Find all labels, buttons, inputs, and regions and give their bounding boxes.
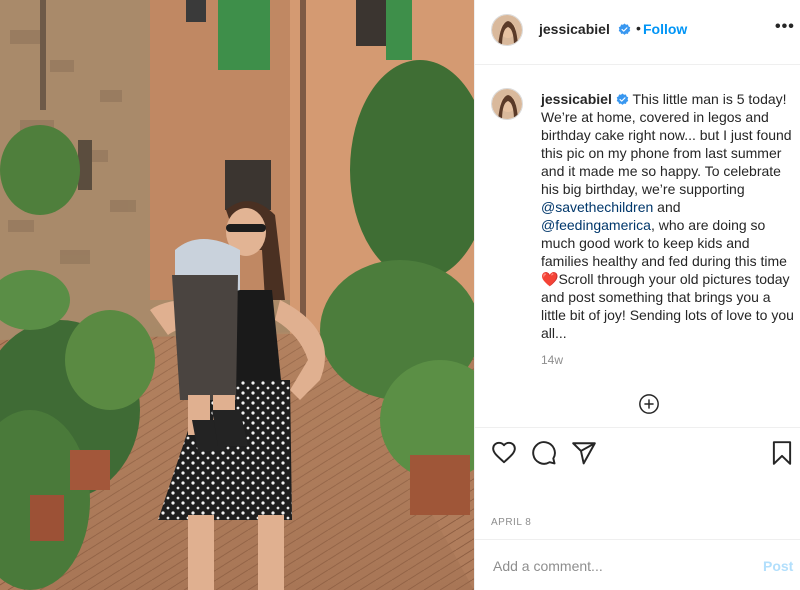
mention-feedingamerica[interactable]: @feedingamerica (541, 217, 651, 233)
post-caption: jessicabiel This little man is 5 today! … (541, 90, 795, 342)
post-header: jessicabiel • Follow ••• (475, 0, 800, 65)
post-details-panel: jessicabiel • Follow ••• jessicabiel Thi… (474, 0, 800, 590)
separator-dot: • (636, 20, 641, 36)
heart-emoji: ❤️ (541, 271, 559, 287)
verified-badge-icon (618, 23, 631, 35)
post-photo[interactable] (0, 0, 474, 590)
caption-text: Scroll through your old pictures today a… (541, 271, 794, 341)
comments-area: jessicabiel This little man is 5 today! … (475, 65, 800, 427)
instagram-post: jessicabiel • Follow ••• jessicabiel Thi… (0, 0, 800, 590)
follow-button[interactable]: Follow (643, 21, 687, 37)
more-options-icon[interactable]: ••• (775, 18, 795, 36)
mention-savethechildren[interactable]: @savethechildren (541, 199, 653, 215)
avatar-image (492, 89, 522, 119)
caption-text: and (653, 199, 681, 215)
add-comment-section: Post (475, 539, 800, 590)
caption-username[interactable]: jessicabiel (541, 91, 612, 107)
paper-plane-icon[interactable] (571, 440, 597, 466)
heart-icon[interactable] (491, 440, 517, 466)
avatar-image (492, 15, 522, 45)
post-actions (475, 427, 800, 477)
comment-bubble-icon[interactable] (531, 440, 557, 466)
post-date[interactable]: APRIL 8 (491, 517, 531, 528)
verified-badge-icon (616, 93, 629, 105)
plus-circle-icon[interactable] (638, 393, 660, 415)
comment-input[interactable] (491, 554, 745, 578)
bookmark-icon[interactable] (769, 440, 795, 466)
photo-illustration (0, 0, 474, 590)
username[interactable]: jessicabiel (539, 21, 610, 37)
caption-timestamp[interactable]: 14w (541, 353, 563, 367)
avatar[interactable] (491, 14, 523, 46)
post-comment-button[interactable]: Post (763, 558, 793, 574)
caption-avatar[interactable] (491, 88, 523, 120)
